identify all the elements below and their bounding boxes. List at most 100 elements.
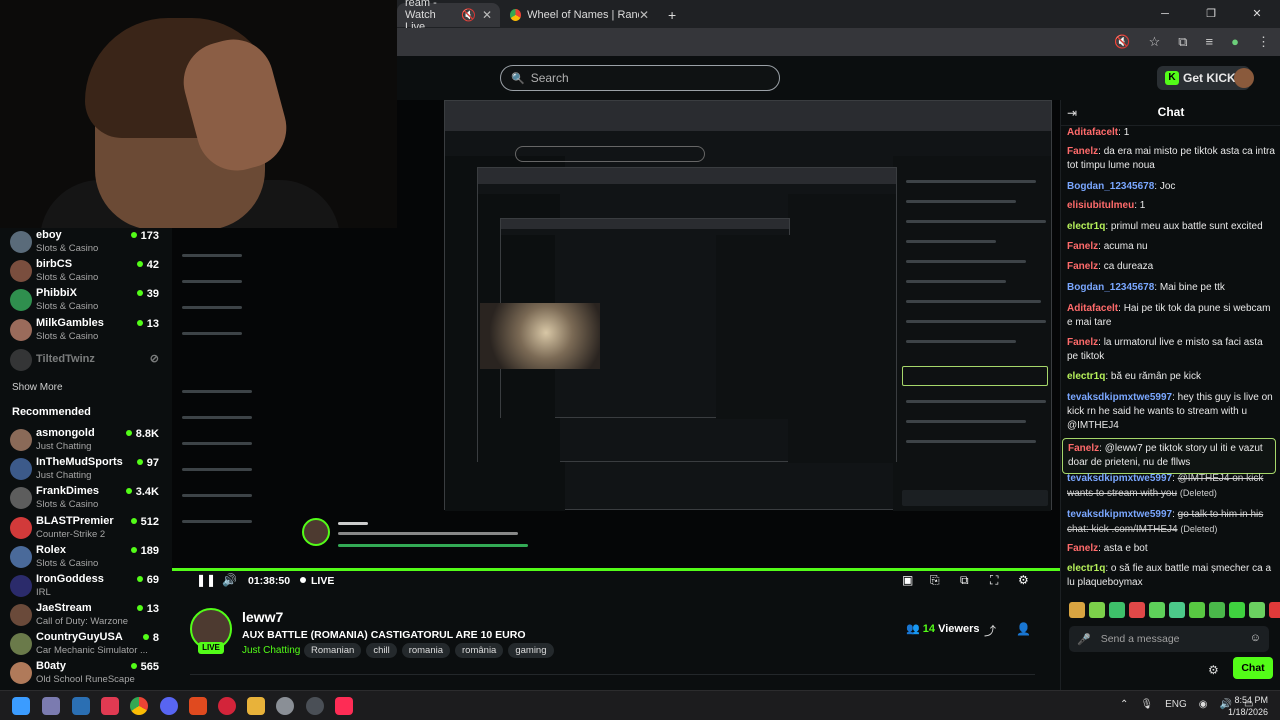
bookmark-star-icon[interactable]: ☆	[1149, 34, 1161, 50]
chat-username[interactable]: Fanelz	[1068, 443, 1099, 454]
chat-settings-icon[interactable]: ⚙	[1208, 663, 1219, 677]
settings-gear-icon[interactable]: ⚙	[1018, 573, 1029, 587]
chat-username[interactable]: Fanelz	[1067, 543, 1098, 554]
media-icon[interactable]: ≡	[1206, 34, 1214, 50]
obs-icon[interactable]	[306, 697, 324, 715]
chat-username[interactable]: Fanelz	[1067, 146, 1098, 157]
tiktok-icon[interactable]	[335, 697, 353, 715]
folder-icon[interactable]	[247, 697, 265, 715]
tag[interactable]: românia	[455, 643, 504, 658]
language-indicator[interactable]: ENG	[1165, 699, 1187, 710]
chat-username[interactable]: electr1q	[1067, 371, 1105, 382]
mute-tab-icon[interactable]: 🔇	[461, 8, 476, 22]
music-icon[interactable]	[101, 697, 119, 715]
sidebar-channel-irongoddess[interactable]: IronGoddess IRL 69	[10, 572, 165, 600]
app-icon[interactable]	[42, 697, 60, 715]
chat-username[interactable]: electr1q	[1067, 563, 1105, 574]
channel-category: Just Chatting	[36, 441, 92, 452]
sidebar-channel-frankdimes[interactable]: FrankDimes Slots & Casino 3.4K	[10, 484, 165, 512]
chat-username[interactable]: Fanelz	[1067, 261, 1098, 272]
emote-icon[interactable]	[1209, 602, 1225, 618]
close-window-icon[interactable]: ✕	[1234, 0, 1280, 28]
chat-username[interactable]: Aditafacelt	[1067, 127, 1118, 138]
streamer-name[interactable]: leww7	[242, 609, 283, 625]
send-chat-button[interactable]: Chat	[1233, 657, 1273, 679]
chat-username[interactable]: elisiubitulmeu	[1067, 200, 1134, 211]
tag[interactable]: gaming	[508, 643, 554, 658]
mic-icon[interactable]: 🎙	[1140, 699, 1153, 710]
emoji-icon[interactable]: ☺	[1250, 632, 1261, 644]
extensions-icon[interactable]: ⧉	[1178, 34, 1187, 50]
sidebar-channel-asmongold[interactable]: asmongold Just Chatting 8.8K	[10, 426, 165, 454]
emote-icon[interactable]	[1189, 602, 1205, 618]
restore-icon[interactable]: ❐	[1188, 0, 1234, 28]
follow-icon[interactable]: 👤	[1016, 622, 1031, 636]
close-tab-icon[interactable]: ✕	[482, 8, 492, 22]
chat-message-input[interactable]: 🎤 Send a message ☺	[1069, 626, 1269, 652]
sidebar-channel-tiltedtwinz[interactable]: TiltedTwinz ⊘	[10, 346, 165, 374]
sidebar-channel-milkgambles[interactable]: MilkGambles Slots & Casino 13	[10, 316, 165, 344]
brave-icon[interactable]	[189, 697, 207, 715]
emote-icon[interactable]	[1089, 602, 1105, 618]
mute-site-icon[interactable]: 🔇	[1114, 34, 1130, 50]
emote-icon[interactable]	[1169, 602, 1185, 618]
new-tab-button[interactable]: +	[660, 3, 684, 27]
profile-icon[interactable]: ●	[1231, 34, 1239, 50]
sidebar-channel-b0aty[interactable]: B0aty Old School RuneScape 565	[10, 659, 165, 687]
tag[interactable]: romania	[401, 643, 451, 658]
pause-icon[interactable]: ❚❚	[196, 573, 216, 587]
tag[interactable]: Romanian	[304, 643, 362, 658]
minimize-icon[interactable]: ─	[1142, 0, 1188, 28]
chat-username[interactable]: Aditafacelt	[1067, 303, 1118, 314]
chat-username[interactable]: tevaksdkipmxtwe5997	[1067, 473, 1172, 484]
live-indicator[interactable]: LIVE	[300, 575, 334, 587]
chat-username[interactable]: Bogdan_12345678	[1067, 181, 1154, 192]
emote-icon[interactable]	[1069, 602, 1085, 618]
chat-username[interactable]: tevaksdkipmxtwe5997	[1067, 509, 1172, 520]
settings-icon[interactable]	[276, 697, 294, 715]
show-more-link[interactable]: Show More	[12, 382, 63, 393]
sidebar-channel-rolex[interactable]: Rolex Slots & Casino 189	[10, 543, 165, 571]
chrome-icon[interactable]	[130, 697, 148, 715]
sidebar-channel-jaestream[interactable]: JaeStream Call of Duty: Warzone 13	[10, 601, 165, 629]
emote-icon[interactable]	[1149, 602, 1165, 618]
start-icon[interactable]	[12, 697, 30, 715]
sidebar-channel-phibbix[interactable]: PhibbiX Slots & Casino 39	[10, 286, 165, 314]
volume-icon[interactable]: 🔊	[222, 573, 237, 587]
tab-wheel-of-names[interactable]: Wheel of Names | Random nam ✕	[502, 3, 657, 27]
opera-icon[interactable]	[218, 697, 236, 715]
browser-menu-icon[interactable]: ⋮	[1257, 34, 1270, 50]
tab-kick-stream[interactable]: ream - Watch Live 🔇 ✕	[397, 0, 500, 33]
chat-username[interactable]: electr1q	[1067, 221, 1105, 232]
theater-mode-icon[interactable]: ▣	[902, 573, 913, 587]
chat-username[interactable]: Fanelz	[1067, 337, 1098, 348]
sidebar-channel-blastpremier[interactable]: BLASTPremier Counter-Strike 2 512	[10, 514, 165, 542]
stream-category[interactable]: Just Chatting	[242, 645, 300, 656]
discord-icon[interactable]	[160, 697, 178, 715]
clock[interactable]: 8:54 PM 1/18/2026	[1228, 694, 1268, 718]
pip-icon[interactable]: ⧉	[960, 573, 969, 588]
emote-icon[interactable]	[1229, 602, 1245, 618]
avatar[interactable]	[1234, 68, 1254, 88]
close-tab-icon[interactable]: ✕	[639, 8, 649, 22]
fullscreen-icon[interactable]: ⛶	[990, 573, 998, 588]
wifi-icon[interactable]: ◉	[1199, 699, 1208, 710]
chevron-up-icon[interactable]: ⌃	[1120, 699, 1128, 710]
emote-icon[interactable]	[1269, 602, 1280, 618]
sidebar-channel-eboy[interactable]: eboy Slots & Casino 173	[10, 228, 165, 256]
sidebar-channel-countryguyusa[interactable]: CountryGuyUSA Car Mechanic Simulator ...…	[10, 630, 165, 658]
sidebar-channel-birbcs[interactable]: birbCS Slots & Casino 42	[10, 257, 165, 285]
chat-username[interactable]: Fanelz	[1067, 241, 1098, 252]
tag[interactable]: chill	[366, 643, 397, 658]
clip-icon[interactable]: ⎘	[930, 573, 940, 588]
emote-icon[interactable]	[1109, 602, 1125, 618]
share-icon[interactable]: ⤴	[984, 622, 996, 639]
chat-username[interactable]: Bogdan_12345678	[1067, 282, 1154, 293]
mic-icon[interactable]: 🎤	[1077, 633, 1091, 646]
search-input[interactable]: 🔍 Search	[500, 65, 780, 91]
emote-icon[interactable]	[1129, 602, 1145, 618]
emote-icon[interactable]	[1249, 602, 1265, 618]
chat-username[interactable]: tevaksdkipmxtwe5997	[1067, 392, 1172, 403]
notepad-icon[interactable]	[72, 697, 90, 715]
sidebar-channel-inthemudsports[interactable]: InTheMudSports Just Chatting 97	[10, 455, 165, 483]
